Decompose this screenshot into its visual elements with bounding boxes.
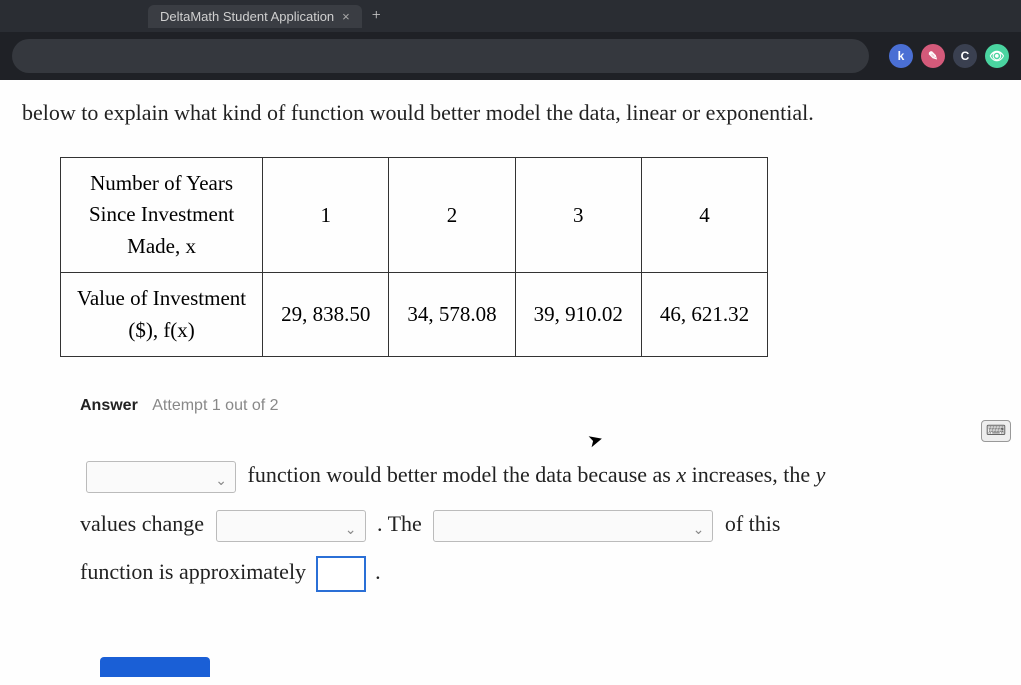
table-cell: 39, 910.02: [515, 273, 641, 357]
sentence-text: values change: [80, 511, 204, 536]
table-cell: 3: [515, 157, 641, 273]
change-type-dropdown[interactable]: [216, 510, 366, 542]
row-header-fx: Value of Investment($), f(x): [61, 273, 263, 357]
extension-icon-c[interactable]: C: [953, 44, 977, 68]
answer-sentence: function would better model the data bec…: [80, 451, 999, 596]
sentence-text: function would better model the data bec…: [248, 462, 671, 487]
answer-label: Answer: [80, 397, 138, 414]
table-cell: 1: [263, 157, 389, 273]
extension-icon-k[interactable]: k: [889, 44, 913, 68]
sentence-text: of this: [725, 511, 781, 536]
browser-tab[interactable]: DeltaMath Student Application ×: [148, 5, 362, 28]
answer-section: Answer Attempt 1 out of 2 function would…: [80, 397, 999, 596]
table-cell: 2: [389, 157, 515, 273]
var-x: x: [676, 462, 686, 487]
function-type-dropdown[interactable]: [86, 461, 236, 493]
value-input[interactable]: [316, 556, 366, 592]
rate-term-dropdown[interactable]: [433, 510, 713, 542]
new-tab-button[interactable]: +: [362, 3, 391, 29]
question-prompt: below to explain what kind of function w…: [22, 98, 999, 129]
extension-icon-pin[interactable]: ✎: [921, 44, 945, 68]
sentence-text: function is approximately: [80, 559, 306, 584]
data-table: Number of YearsSince InvestmentMade, x 1…: [60, 157, 768, 358]
table-cell: 4: [641, 157, 767, 273]
table-cell: 29, 838.50: [263, 273, 389, 357]
extension-icon-eye[interactable]: 👁: [985, 44, 1009, 68]
browser-toolbar: k ✎ C 👁: [0, 32, 1021, 80]
tab-title: DeltaMath Student Application: [160, 9, 334, 24]
table-cell: 34, 578.08: [389, 273, 515, 357]
answer-header: Answer Attempt 1 out of 2: [80, 397, 999, 415]
sentence-text: .: [375, 559, 381, 584]
sentence-text: . The: [377, 511, 422, 536]
page-content: below to explain what kind of function w…: [0, 80, 1021, 685]
attempt-counter: Attempt 1 out of 2: [152, 397, 278, 414]
sentence-text: increases, the: [692, 462, 811, 487]
address-bar[interactable]: [12, 39, 869, 73]
submit-button[interactable]: [100, 657, 210, 677]
var-y: y: [816, 462, 826, 487]
keyboard-icon[interactable]: [981, 420, 1011, 442]
table-row: Number of YearsSince InvestmentMade, x 1…: [61, 157, 768, 273]
row-header-x: Number of YearsSince InvestmentMade, x: [61, 157, 263, 273]
table-row: Value of Investment($), f(x) 29, 838.50 …: [61, 273, 768, 357]
table-cell: 46, 621.32: [641, 273, 767, 357]
close-tab-icon[interactable]: ×: [342, 9, 350, 24]
browser-tab-strip: DeltaMath Student Application × +: [0, 0, 1021, 32]
